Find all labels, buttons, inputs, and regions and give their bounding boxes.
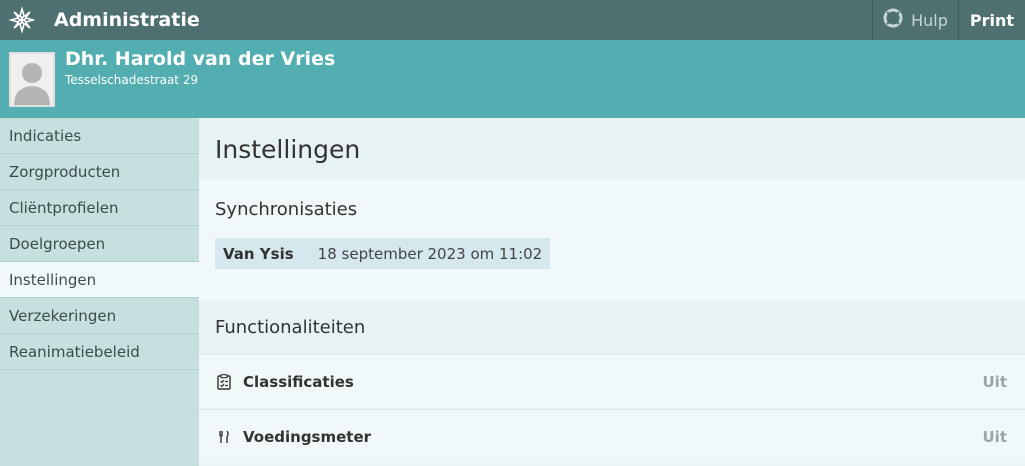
fork-knife-icon xyxy=(215,430,233,444)
avatar xyxy=(9,52,55,107)
sidebar: Indicaties Zorgproducten Cliëntprofielen… xyxy=(0,118,199,466)
function-row-voedingsmeter[interactable]: Voedingsmeter Uit xyxy=(199,409,1025,463)
sidebar-item-reanimatiebeleid[interactable]: Reanimatiebeleid xyxy=(0,334,199,370)
sync-source: Van Ysis xyxy=(223,244,294,263)
function-label: Voedingsmeter xyxy=(243,427,372,446)
sidebar-item-indicaties[interactable]: Indicaties xyxy=(0,118,199,154)
lifebuoy-icon xyxy=(883,8,903,32)
sidebar-item-clientprofielen[interactable]: Cliëntprofielen xyxy=(0,190,199,226)
function-row-classificaties[interactable]: Classificaties Uit xyxy=(199,354,1025,408)
client-header: Dhr. Harold van der Vries Tesselschadest… xyxy=(0,40,1025,118)
client-address: Tesselschadestraat 29 xyxy=(65,73,199,87)
sidebar-item-doelgroepen[interactable]: Doelgroepen xyxy=(0,226,199,262)
function-state[interactable]: Uit xyxy=(983,428,1008,446)
help-button[interactable]: Hulp xyxy=(872,0,958,40)
sync-entry: Van Ysis 18 september 2023 om 11:02 xyxy=(215,238,551,269)
functions-heading: Functionaliteiten xyxy=(199,300,1025,354)
function-label: Classificaties xyxy=(243,372,354,391)
print-button[interactable]: Print xyxy=(957,0,1025,40)
sidebar-item-instellingen[interactable]: Instellingen xyxy=(0,262,199,298)
help-label: Hulp xyxy=(911,10,948,30)
page-title: Instellingen xyxy=(199,118,1025,180)
top-bar: Administratie Hulp Print xyxy=(0,0,1025,40)
sync-date: 18 september 2023 om 11:02 xyxy=(317,244,543,263)
sidebar-item-verzekeringen[interactable]: Verzekeringen xyxy=(0,298,199,334)
sidebar-item-zorgproducten[interactable]: Zorgproducten xyxy=(0,154,199,190)
client-name: Dhr. Harold van der Vries xyxy=(65,48,336,70)
sync-section: Synchronisaties Van Ysis 18 september 20… xyxy=(199,180,1025,300)
function-state[interactable]: Uit xyxy=(983,373,1008,391)
app-title: Administratie xyxy=(54,9,200,31)
logo-icon[interactable] xyxy=(0,0,44,40)
main-content: Instellingen Synchronisaties Van Ysis 18… xyxy=(199,118,1025,466)
sync-heading: Synchronisaties xyxy=(215,199,358,220)
clipboard-check-icon xyxy=(215,373,233,390)
